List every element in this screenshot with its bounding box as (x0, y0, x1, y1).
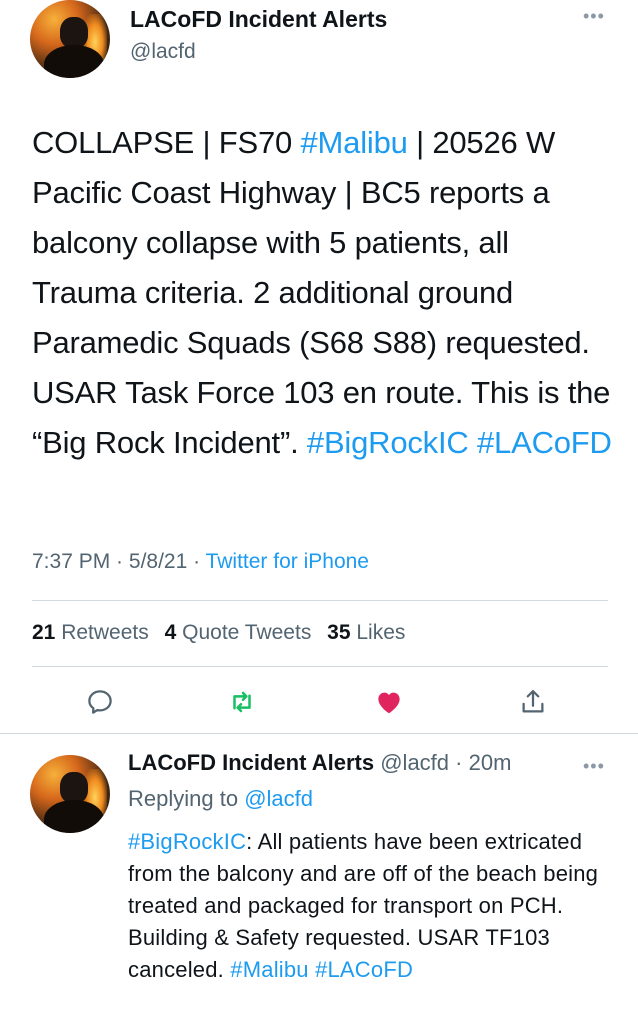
replying-to-handle[interactable]: @lacfd (244, 786, 313, 811)
tweet-text-part: COLLAPSE | FS70 (32, 125, 301, 160)
avatar[interactable] (30, 0, 110, 78)
retweet-icon (233, 691, 251, 713)
tweet-time: 7:37 PM (32, 550, 111, 573)
author-handle[interactable]: @lacfd (130, 40, 196, 64)
reply-header: LACoFD Incident Alerts @lacfd · 20m (128, 750, 512, 775)
retweets-count: 21 (32, 621, 56, 644)
retweets-label: Retweets (61, 621, 149, 644)
replying-label: Replying to (128, 786, 239, 811)
quotes-label: Quote Tweets (182, 621, 312, 644)
likes-count: 35 (327, 621, 351, 644)
hashtag-link[interactable]: #BigRockIC (307, 425, 469, 460)
divider (32, 600, 608, 601)
hashtag-link[interactable]: #Malibu (230, 957, 308, 982)
reply-time: 20m (468, 750, 512, 775)
share-icon (522, 690, 544, 713)
divider (32, 666, 608, 667)
reply-author-handle[interactable]: @lacfd (380, 750, 449, 775)
hashtag-link[interactable]: #BigRockIC (128, 829, 246, 854)
retweets-stat[interactable]: 21 Retweets (32, 621, 149, 644)
tweet-date: 5/8/21 (128, 550, 188, 573)
hashtag-link[interactable]: #LACoFD (315, 957, 413, 982)
tweet-text: COLLAPSE | FS70 #Malibu | 20526 W Pacifi… (32, 118, 612, 468)
avatar[interactable] (30, 755, 110, 833)
reply-author-name[interactable]: LACoFD Incident Alerts (128, 750, 374, 775)
reply-text: #BigRockIC: All patients have been extri… (128, 826, 618, 986)
engagement-stats: 21 Retweets 4 Quote Tweets 35 Likes (32, 621, 415, 645)
tweet-meta: 7:37 PM · 5/8/21 · Twitter for iPhone (32, 550, 369, 573)
more-options-icon[interactable]: ••• (583, 756, 605, 777)
heart-icon (378, 692, 400, 714)
likes-stat[interactable]: 35 Likes (327, 621, 405, 644)
divider (0, 733, 638, 734)
likes-label: Likes (356, 621, 406, 644)
reply-icon (88, 690, 112, 714)
like-button[interactable] (371, 684, 407, 720)
tweet-text-part: | 20526 W Pacific Coast Highway | BC5 re… (32, 125, 611, 460)
author-name[interactable]: LACoFD Incident Alerts (130, 6, 387, 33)
retweet-button[interactable] (224, 684, 260, 720)
hashtag-link[interactable]: #Malibu (300, 125, 407, 160)
hashtag-link[interactable]: #LACoFD (477, 425, 612, 460)
more-options-icon[interactable]: ••• (583, 6, 605, 27)
quotes-count: 4 (164, 621, 177, 644)
share-button[interactable] (515, 684, 551, 720)
tweet-source-link[interactable]: Twitter for iPhone (206, 550, 369, 573)
quote-tweets-stat[interactable]: 4 Quote Tweets (165, 621, 312, 644)
replying-to: Replying to @lacfd (128, 786, 313, 812)
reply-button[interactable] (82, 684, 118, 720)
